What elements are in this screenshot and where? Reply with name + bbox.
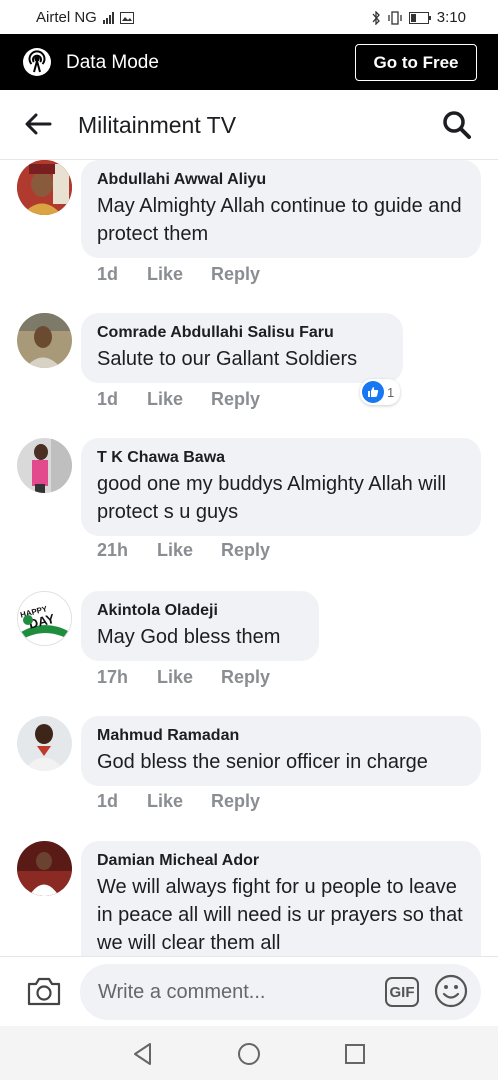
- comment-actions: 17h Like Reply: [97, 667, 270, 688]
- comment-text: good one my buddys Almighty Allah will p…: [97, 473, 447, 523]
- page-title: Militainment TV: [78, 112, 237, 138]
- signal-icon: [102, 11, 114, 24]
- reply-button[interactable]: Reply: [221, 540, 270, 561]
- comment-author[interactable]: Comrade Abdullahi Salisu Faru: [97, 323, 387, 343]
- avatar[interactable]: [17, 841, 72, 896]
- avatar[interactable]: [17, 716, 72, 771]
- comment-composer: GIF: [0, 956, 498, 1026]
- avatar[interactable]: [17, 160, 72, 215]
- like-button[interactable]: Like: [147, 791, 211, 812]
- comment-actions: 21h Like Reply: [97, 540, 270, 561]
- comment-text: God bless the senior officer in charge: [97, 751, 428, 773]
- status-right: 3:10: [371, 9, 466, 26]
- avatar[interactable]: [17, 313, 72, 368]
- comment-bubble[interactable]: Mahmud Ramadan God bless the senior offi…: [81, 716, 481, 786]
- go-to-free-button[interactable]: Go to Free: [355, 44, 477, 81]
- status-left: Airtel NG: [36, 9, 134, 26]
- reply-button[interactable]: Reply: [211, 791, 260, 812]
- comment-time: 1d: [97, 791, 119, 811]
- comment-actions: 1d Like Reply: [97, 264, 260, 285]
- like-button[interactable]: Like: [157, 540, 221, 561]
- avatar[interactable]: [17, 438, 72, 493]
- page-header: Militainment TV: [0, 90, 498, 160]
- comment-actions: 1d Like Reply: [97, 389, 260, 410]
- reaction-count: 1: [387, 384, 395, 400]
- reply-button[interactable]: Reply: [211, 389, 260, 410]
- like-button[interactable]: Like: [147, 389, 211, 410]
- data-mode-label: Data Mode: [66, 52, 159, 73]
- comment-text: May Almighty Allah continue to guide and…: [97, 195, 462, 245]
- emoji-icon[interactable]: [434, 974, 468, 1008]
- comment-text: We will always fight for u people to lea…: [97, 876, 463, 954]
- comment-input[interactable]: [80, 964, 481, 1020]
- bluetooth-icon: [372, 10, 380, 25]
- reaction-badge[interactable]: 1: [360, 379, 401, 405]
- data-mode-icon: [23, 48, 51, 76]
- image-notification-icon: [119, 11, 134, 24]
- reply-button[interactable]: Reply: [221, 667, 270, 688]
- comment-author[interactable]: Damian Micheal Ador: [97, 851, 465, 871]
- system-nav-bar: [0, 1026, 498, 1080]
- comment-time: 17h: [97, 667, 129, 687]
- gif-icon[interactable]: GIF: [385, 977, 419, 1007]
- like-reaction-icon: [362, 381, 384, 403]
- comment-bubble[interactable]: Damian Micheal Ador We will always fight…: [81, 841, 481, 956]
- comment-author[interactable]: Abdullahi Awwal Aliyu: [97, 170, 465, 190]
- comment-time: 1d: [97, 264, 119, 284]
- like-button[interactable]: Like: [147, 264, 211, 285]
- nav-recents-icon[interactable]: [342, 1041, 368, 1067]
- comment-time: 1d: [97, 389, 119, 409]
- comment-bubble[interactable]: Abdullahi Awwal Aliyu May Almighty Allah…: [81, 160, 481, 258]
- data-mode-bar: Data Mode Go to Free: [0, 34, 498, 90]
- comments-list: Abdullahi Awwal Aliyu May Almighty Allah…: [0, 160, 498, 956]
- status-bar: Airtel NG 3:10: [0, 0, 498, 34]
- comment-bubble[interactable]: T K Chawa Bawa good one my buddys Almigh…: [81, 438, 481, 536]
- back-arrow-icon[interactable]: [24, 112, 52, 136]
- battery-icon: [408, 11, 431, 24]
- comment-author[interactable]: Mahmud Ramadan: [97, 726, 465, 746]
- avatar[interactable]: HAPPY DAY: [17, 591, 72, 646]
- comment-text: May God bless them: [97, 626, 281, 648]
- comment-author[interactable]: T K Chawa Bawa: [97, 448, 465, 468]
- nav-back-icon[interactable]: [130, 1041, 156, 1067]
- comment-author[interactable]: Akintola Oladeji: [97, 601, 303, 621]
- search-icon[interactable]: [442, 110, 472, 140]
- like-button[interactable]: Like: [157, 667, 221, 688]
- comment-text: Salute to our Gallant Soldiers: [97, 348, 358, 370]
- comment-time: 21h: [97, 540, 129, 560]
- nav-home-icon[interactable]: [236, 1041, 262, 1067]
- reply-button[interactable]: Reply: [211, 264, 260, 285]
- comment-bubble[interactable]: Comrade Abdullahi Salisu Faru Salute to …: [81, 313, 403, 383]
- comment-actions: 1d Like Reply: [97, 791, 260, 812]
- vibrate-icon: [388, 10, 402, 25]
- clock: 3:10: [436, 9, 466, 26]
- carrier-name: Airtel NG: [36, 9, 97, 26]
- camera-icon[interactable]: [26, 975, 62, 1007]
- comment-bubble[interactable]: Akintola Oladeji May God bless them: [81, 591, 319, 661]
